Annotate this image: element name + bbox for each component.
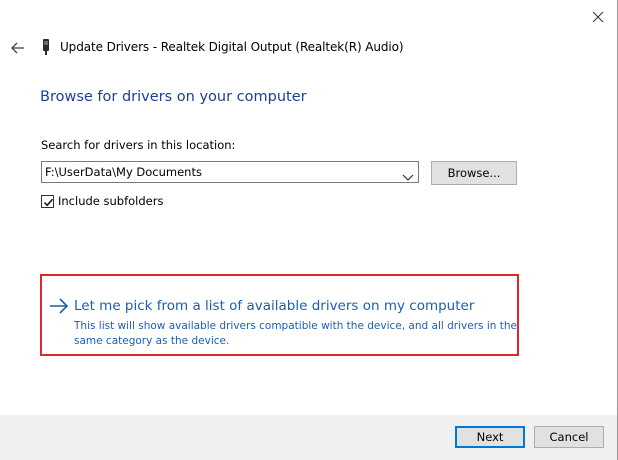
back-arrow-icon[interactable] bbox=[8, 38, 28, 58]
include-subfolders-checkbox[interactable] bbox=[41, 195, 54, 208]
search-location-value: F:\UserData\My Documents bbox=[45, 165, 202, 179]
pick-from-list-description: This list will show available drivers co… bbox=[74, 320, 517, 347]
right-arrow-icon bbox=[48, 297, 70, 315]
include-subfolders-label[interactable]: Include subfolders bbox=[58, 194, 163, 208]
browse-button[interactable]: Browse... bbox=[431, 161, 517, 185]
search-location-label: Search for drivers in this location: bbox=[41, 138, 236, 152]
close-icon[interactable] bbox=[583, 4, 613, 30]
update-drivers-window: Update Drivers - Realtek Digital Output … bbox=[0, 0, 618, 460]
checkmark-icon bbox=[43, 198, 54, 207]
pick-from-list-link[interactable]: Let me pick from a list of available dri… bbox=[74, 298, 474, 314]
dialog-footer: Next Cancel bbox=[0, 415, 617, 460]
pick-from-list-option[interactable]: Let me pick from a list of available dri… bbox=[40, 274, 519, 356]
page-heading: Browse for drivers on your computer bbox=[40, 89, 307, 105]
chevron-down-icon[interactable] bbox=[402, 167, 414, 181]
search-location-combobox[interactable]: F:\UserData\My Documents bbox=[41, 161, 419, 183]
device-icon bbox=[41, 38, 51, 56]
window-title: Update Drivers - Realtek Digital Output … bbox=[60, 40, 404, 54]
next-button[interactable]: Next bbox=[455, 426, 525, 448]
cancel-button[interactable]: Cancel bbox=[534, 426, 604, 448]
